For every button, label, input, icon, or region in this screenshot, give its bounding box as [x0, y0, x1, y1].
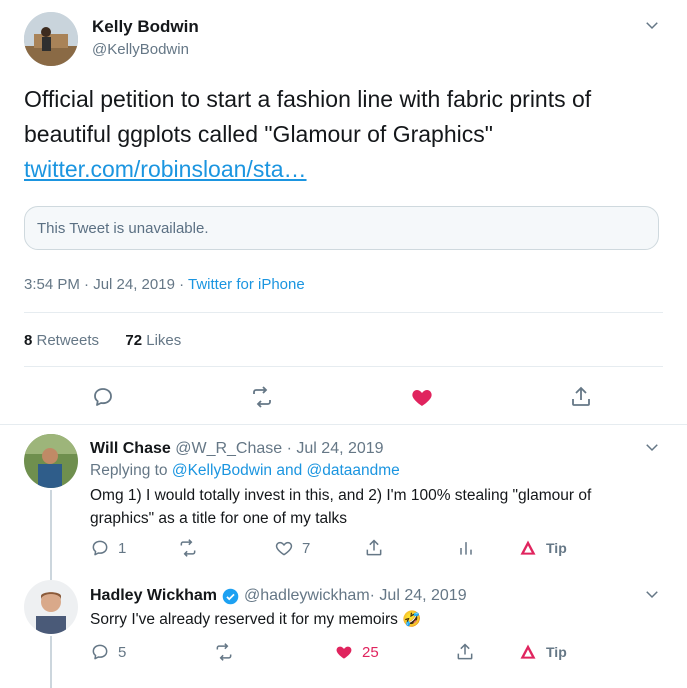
analytics-action[interactable]	[456, 538, 476, 558]
tip-label: Tip	[546, 540, 567, 556]
reply-text: Omg 1) I would totally invest in this, a…	[90, 487, 592, 527]
retweets-label: Retweets	[32, 332, 100, 349]
author-handle[interactable]: @KellyBodwin	[92, 41, 189, 58]
retweet-icon	[180, 539, 196, 557]
reply-action[interactable]: 5	[90, 642, 126, 662]
quoted-tweet-unavailable-text: This Tweet is unavailable.	[37, 220, 209, 237]
analytics-icon	[460, 542, 472, 555]
tip-icon	[520, 540, 536, 555]
like-action[interactable]: 25	[334, 642, 379, 662]
avatar-image	[24, 434, 78, 488]
tweet-link[interactable]: twitter.com/robinsloan/sta…	[24, 152, 307, 187]
reply-action[interactable]: 1	[90, 538, 126, 558]
divider	[24, 312, 663, 313]
engagement-stats: 8 Retweets 72 Likes	[24, 332, 181, 349]
tip-label: Tip	[546, 644, 567, 660]
reply-count: 5	[118, 643, 127, 661]
retweet-action[interactable]	[178, 538, 206, 558]
like-count: 7	[302, 539, 311, 557]
verified-badge-icon	[222, 588, 239, 604]
quoted-tweet-card: This Tweet is unavailable.	[24, 206, 659, 250]
tip-action[interactable]: Tip	[518, 538, 567, 558]
like-icon[interactable]	[410, 385, 434, 409]
replying-to: Replying to @KellyBodwin and @dataandme	[90, 462, 400, 480]
retweet-action[interactable]	[214, 642, 242, 662]
divider	[0, 424, 687, 425]
reply-icon	[92, 540, 108, 556]
like-icon	[275, 541, 293, 556]
like-icon	[336, 646, 352, 659]
retweets-stat[interactable]: 8 Retweets	[24, 332, 99, 349]
tweet-metadata: 3:54 PM · Jul 24, 2019 · Twitter for iPh…	[24, 276, 305, 293]
chevron-down-icon[interactable]	[643, 585, 661, 603]
tweet-timestamp[interactable]: 3:54 PM · Jul 24, 2019 ·	[24, 276, 188, 293]
reply-author-name[interactable]: Will Chase	[90, 440, 171, 457]
reply-icon[interactable]	[91, 385, 115, 409]
retweet-icon	[216, 643, 232, 661]
thread-line	[50, 490, 52, 588]
reply-author-handle[interactable]: @hadleywickham	[244, 587, 370, 605]
reply-avatar[interactable]	[24, 580, 78, 634]
reply-author-name[interactable]: Hadley Wickham	[90, 587, 217, 605]
reply-date[interactable]: · Jul 24, 2019	[370, 587, 467, 605]
likes-count: 72	[125, 332, 143, 349]
like-action[interactable]: 7	[274, 538, 310, 558]
share-action[interactable]	[364, 538, 384, 558]
replying-to-prefix: Replying to	[90, 462, 172, 479]
likes-label: Likes	[142, 332, 182, 349]
like-count: 25	[362, 643, 379, 661]
reply-count: 1	[118, 539, 127, 557]
thread-line	[50, 636, 52, 688]
tweet-text: Official petition to start a fashion lin…	[24, 86, 592, 147]
divider	[24, 366, 663, 367]
reply-icon	[92, 644, 108, 660]
likes-stat[interactable]: 72 Likes	[125, 332, 181, 349]
tip-icon	[520, 644, 536, 659]
reply-text: Sorry I've already reserved it for my me…	[90, 611, 422, 628]
share-icon	[457, 643, 473, 660]
avatar-image	[24, 580, 78, 634]
chevron-down-icon[interactable]	[643, 438, 661, 456]
tip-action[interactable]: Tip	[518, 642, 567, 662]
tweet-source-link[interactable]: Twitter for iPhone	[188, 276, 305, 293]
replying-to-users[interactable]: @KellyBodwin and @dataandme	[172, 462, 400, 479]
reply-date[interactable]: · Jul 24, 2019	[282, 440, 384, 457]
reply-header: Will Chase @W_R_Chase · Jul 24, 2019	[90, 440, 384, 458]
reply-header: Hadley Wickham @hadleywickham · Jul 24, …	[90, 587, 467, 605]
author-avatar[interactable]	[24, 12, 78, 66]
share-icon[interactable]	[569, 385, 593, 409]
retweet-icon[interactable]	[250, 385, 274, 409]
reply-avatar[interactable]	[24, 434, 78, 488]
share-icon	[366, 539, 382, 556]
avatar-image	[24, 12, 78, 66]
reply-author-handle[interactable]: @W_R_Chase	[175, 440, 282, 457]
chevron-down-icon[interactable]	[643, 16, 661, 34]
author-name[interactable]: Kelly Bodwin	[92, 17, 199, 37]
share-action[interactable]	[455, 642, 475, 662]
